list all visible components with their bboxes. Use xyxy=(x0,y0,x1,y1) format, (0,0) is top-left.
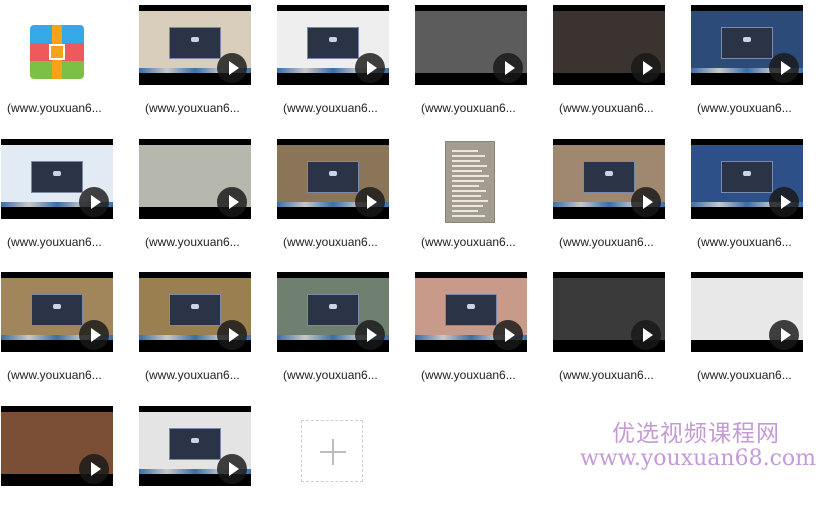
video-thumbnail xyxy=(691,5,803,85)
video-thumbnail xyxy=(139,272,251,352)
play-icon[interactable] xyxy=(769,320,799,350)
video-thumbnail xyxy=(139,406,251,486)
file-name: (www.youxuan6... xyxy=(7,235,102,249)
play-icon[interactable] xyxy=(631,187,661,217)
file-name: (www.youxuan6... xyxy=(283,101,378,115)
file-item[interactable]: (www.youxuan6... xyxy=(1,139,113,259)
file-name: (www.youxuan6... xyxy=(7,101,102,115)
video-thumbnail xyxy=(277,5,389,85)
watermark-url: www.youxuan68.com xyxy=(580,446,816,471)
file-name: (www.youxuan6... xyxy=(697,368,792,382)
file-name: (www.youxuan6... xyxy=(283,368,378,382)
text-document-icon xyxy=(445,141,495,223)
video-thumbnail xyxy=(691,272,803,352)
file-name: (www.youxuan6... xyxy=(559,235,654,249)
file-item[interactable]: (www.youxuan6... xyxy=(139,272,251,392)
video-thumbnail xyxy=(1,139,113,219)
file-item[interactable] xyxy=(139,406,251,526)
dialog-window-preview xyxy=(721,27,773,59)
play-icon[interactable] xyxy=(355,53,385,83)
file-name: (www.youxuan6... xyxy=(145,368,240,382)
play-icon[interactable] xyxy=(493,320,523,350)
file-item[interactable]: (www.youxuan6... xyxy=(691,139,803,259)
file-item[interactable] xyxy=(1,406,113,526)
dialog-window-preview xyxy=(31,294,83,326)
file-name: (www.youxuan6... xyxy=(697,101,792,115)
file-item[interactable]: (www.youxuan6... xyxy=(691,5,803,125)
video-thumbnail xyxy=(1,272,113,352)
play-icon[interactable] xyxy=(217,320,247,350)
video-thumbnail xyxy=(277,139,389,219)
add-file-tile[interactable] xyxy=(301,420,363,482)
video-thumbnail xyxy=(553,5,665,85)
dialog-window-preview xyxy=(307,294,359,326)
file-name: (www.youxuan6... xyxy=(421,368,516,382)
play-icon[interactable] xyxy=(79,187,109,217)
file-item[interactable]: (www.youxuan6... xyxy=(277,139,389,259)
play-icon[interactable] xyxy=(631,320,661,350)
dialog-window-preview xyxy=(307,27,359,59)
play-icon[interactable] xyxy=(217,53,247,83)
dialog-window-preview xyxy=(307,161,359,193)
video-thumbnail xyxy=(139,139,251,219)
file-item[interactable]: (www.youxuan6... xyxy=(415,5,527,125)
dialog-window-preview xyxy=(721,161,773,193)
play-icon[interactable] xyxy=(631,53,661,83)
file-name: (www.youxuan6... xyxy=(697,235,792,249)
video-thumbnail xyxy=(553,139,665,219)
play-icon[interactable] xyxy=(493,53,523,83)
file-item[interactable]: (www.youxuan6... xyxy=(139,5,251,125)
dialog-window-preview xyxy=(169,428,221,460)
file-name: (www.youxuan6... xyxy=(421,235,516,249)
file-item[interactable]: (www.youxuan6... xyxy=(553,272,665,392)
file-item[interactable]: (www.youxuan6... xyxy=(1,272,113,392)
video-thumbnail xyxy=(553,272,665,352)
file-name: (www.youxuan6... xyxy=(283,235,378,249)
video-thumbnail xyxy=(415,272,527,352)
file-item[interactable]: (www.youxuan6... xyxy=(1,5,113,125)
dialog-window-preview xyxy=(445,294,497,326)
file-item[interactable]: (www.youxuan6... xyxy=(553,5,665,125)
file-item[interactable]: (www.youxuan6... xyxy=(415,272,527,392)
video-thumbnail xyxy=(1,406,113,486)
video-thumbnail xyxy=(277,272,389,352)
file-item[interactable]: (www.youxuan6... xyxy=(553,139,665,259)
play-icon[interactable] xyxy=(79,320,109,350)
video-thumbnail xyxy=(691,139,803,219)
file-item[interactable]: (www.youxuan6... xyxy=(277,5,389,125)
file-name: (www.youxuan6... xyxy=(145,235,240,249)
video-thumbnail xyxy=(139,5,251,85)
file-item[interactable]: (www.youxuan6... xyxy=(277,272,389,392)
file-name: (www.youxuan6... xyxy=(559,368,654,382)
video-thumbnail xyxy=(415,5,527,85)
play-icon[interactable] xyxy=(355,320,385,350)
file-name: (www.youxuan6... xyxy=(559,101,654,115)
dialog-window-preview xyxy=(169,294,221,326)
play-icon[interactable] xyxy=(217,187,247,217)
file-item[interactable]: (www.youxuan6... xyxy=(415,139,527,259)
file-name: (www.youxuan6... xyxy=(7,368,102,382)
dialog-window-preview xyxy=(31,161,83,193)
file-name: (www.youxuan6... xyxy=(421,101,516,115)
play-icon[interactable] xyxy=(769,53,799,83)
dialog-window-preview xyxy=(169,27,221,59)
file-grid: (www.youxuan6... (www.youxuan6... (www.you… xyxy=(0,0,822,486)
watermark-title: 优选视频课程网 xyxy=(612,421,780,447)
play-icon[interactable] xyxy=(355,187,385,217)
file-item[interactable]: (www.youxuan6... xyxy=(691,272,803,392)
file-item[interactable]: (www.youxuan6... xyxy=(139,139,251,259)
zip-archive-icon xyxy=(30,25,84,79)
file-name: (www.youxuan6... xyxy=(145,101,240,115)
play-icon[interactable] xyxy=(769,187,799,217)
dialog-window-preview xyxy=(583,161,635,193)
